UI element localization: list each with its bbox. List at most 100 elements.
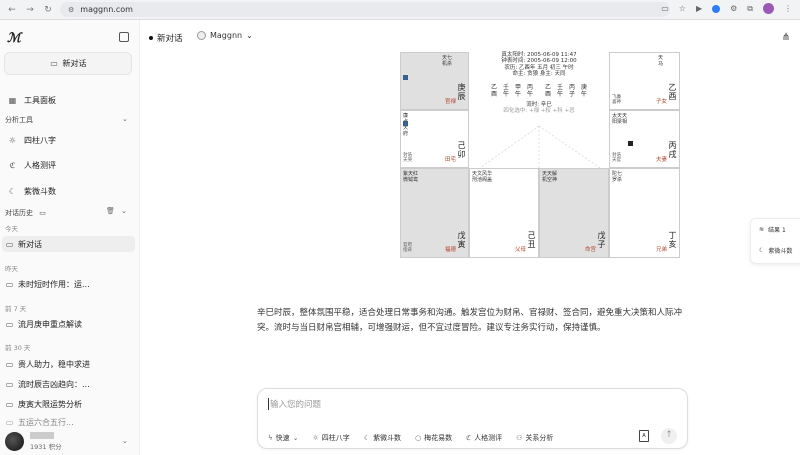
- chat-history-icon: ▭: [39, 209, 46, 217]
- app-logo[interactable]: ℳ: [7, 31, 21, 46]
- tool-relationship[interactable]: ⚇ 关系分析: [516, 433, 553, 443]
- history-item[interactable]: ▭ 贵人助力，稳中求进: [5, 359, 90, 370]
- tool-bazi[interactable]: ☼ 四柱八字: [313, 433, 350, 443]
- tool-meihua[interactable]: ○ 梅花易数: [415, 433, 452, 443]
- palace-stars: 天文风华 刑池阁盖: [472, 171, 493, 183]
- history-item[interactable]: ▭ 庚寅大限运势分析: [5, 399, 82, 410]
- palace-ganzhi: 丙戌: [668, 141, 677, 159]
- chat-bubble-icon: ▭: [5, 320, 14, 329]
- trash-icon[interactable]: 🗑: [106, 207, 115, 215]
- sidebar-item-ziwei[interactable]: ☾ 紫微斗数: [8, 186, 56, 197]
- sidebar: ℳ ▭ 新对话 ▦ 工具面板 分析工具 ⌄ ☼ 四柱八字 ℭ 人格测评 ☾ 紫微…: [0, 20, 140, 455]
- new-chat-label: 新对话: [62, 59, 87, 68]
- palace-minor-stars: 飞廉 喜神: [612, 95, 621, 105]
- chat-bubble-icon: ▭: [5, 280, 14, 289]
- site-settings-icon[interactable]: ⚙: [68, 6, 74, 14]
- palace-cell[interactable]: 太天天 阳梁相 封诰 天官 丙戌 夫妻: [609, 110, 680, 168]
- sihua-legend: 四化选中: +禄 +权 +科 +忌: [503, 108, 575, 115]
- palace-name: 官禄: [444, 99, 456, 105]
- palace-stars: 天 马: [657, 55, 663, 67]
- tool-ziwei[interactable]: ☾ 紫微斗数: [364, 433, 401, 443]
- model-selector[interactable]: Maggnn ⌄: [197, 31, 253, 40]
- layers-icon: ≋: [759, 226, 765, 233]
- palace-name: 田宅: [444, 157, 456, 163]
- bookmark-star-icon[interactable]: ☆: [679, 4, 686, 13]
- status-dot: [149, 36, 153, 40]
- chat-input-box[interactable]: 输入您的问题 ϟ 快速 ⌄ ☼ 四柱八字 ☾ 紫微斗数 ○ 梅花易数 ℭ 人格测评 ⚇ 关系分…: [257, 388, 688, 449]
- palace-cell[interactable]: 紫天红 微钺鸾 官府 指背 戊寅 福德: [400, 168, 469, 258]
- tool-personality[interactable]: ℭ 人格测评: [466, 433, 502, 443]
- url-text: maggnn.com: [80, 5, 133, 14]
- palace-cell[interactable]: 天文风华 刑池阁盖 己丑 父母: [469, 168, 539, 258]
- history-item[interactable]: ▭ 未时短时作用：运...: [5, 279, 90, 290]
- media-icon[interactable]: ▶: [696, 4, 702, 13]
- reload-icon[interactable]: ↻: [42, 5, 54, 15]
- address-bar[interactable]: ⚙ maggnn.com: [60, 2, 670, 17]
- group-label-yesterday: 昨天: [5, 265, 18, 273]
- chat-bubble-icon: ▭: [5, 400, 14, 409]
- palace-name: 命宫: [584, 247, 596, 253]
- ziwei-chart: 天七 机杀 庚辰 官禄 廉 贞 天 府 封诰 天哭 己卯 田宅 真太阳时: 20…: [400, 52, 680, 258]
- send-button[interactable]: ↑: [661, 428, 677, 444]
- chat-bubble-icon: ▭: [5, 239, 14, 249]
- history-item-active[interactable]: ▭ 新对话: [2, 236, 135, 252]
- user-menu-chevron-icon[interactable]: ⌄: [122, 437, 128, 445]
- tool-quick[interactable]: ϟ 快速 ⌄: [268, 433, 299, 443]
- forward-icon[interactable]: →: [24, 5, 36, 15]
- results-float-panel[interactable]: ≋ 结果 1 ☾ 紫微斗数: [750, 218, 800, 264]
- chart-center-info: 真太阳时: 2005-06-09 11:47 钟表时间: 2005-06-09 …: [469, 52, 609, 168]
- badge-icon: [403, 75, 408, 80]
- palace-ganzhi: 庚辰: [457, 83, 466, 101]
- bazi-pillars: 乙酉 壬午 甲午 丙午 乙酉 壬午 丙子 庚午: [490, 83, 587, 98]
- palace-cell[interactable]: 天天解 机空神 戊子 命宫: [539, 168, 609, 258]
- cast-icon[interactable]: ▭: [661, 4, 669, 13]
- collapse-sidebar-icon[interactable]: [119, 32, 129, 42]
- moon-icon: ☾: [8, 187, 17, 196]
- brain-icon: ℭ: [9, 161, 16, 170]
- model-icon: [197, 31, 206, 40]
- results-count[interactable]: ≋ 结果 1: [759, 225, 786, 234]
- extension-gear-icon[interactable]: ⚙: [730, 4, 737, 13]
- chat-bubble-icon: ▭: [5, 418, 14, 427]
- history-item[interactable]: ▭ 流时辰吉凶趋向：...: [5, 379, 90, 390]
- share-icon[interactable]: ⋔: [782, 32, 790, 43]
- history-item[interactable]: ▭ 流月庚申重点解读: [5, 319, 82, 330]
- palace-minor-stars: 封诰 天哭: [403, 153, 412, 163]
- group-label-today: 今天: [5, 225, 18, 233]
- palace-stars: 天七 机杀: [441, 55, 452, 67]
- user-profile[interactable]: 1931 积分: [5, 432, 62, 451]
- user-points: 1931 积分: [30, 443, 62, 451]
- extension-blue-icon[interactable]: [712, 4, 721, 13]
- palace-name: 兄弟: [655, 247, 667, 253]
- grid-icon: ▦: [8, 96, 17, 105]
- history-item[interactable]: ▭ 五运六合五行...: [5, 417, 74, 428]
- palace-cell[interactable]: 天 马 飞廉 喜神 乙酉 子女: [609, 52, 680, 110]
- palace-name: 父母: [514, 247, 526, 253]
- profile-avatar-icon[interactable]: [763, 3, 774, 14]
- palace-cell[interactable]: 陀七 罗杀 丁亥 兄弟: [609, 168, 680, 258]
- group-label-30days: 前 30 天: [5, 344, 31, 352]
- browser-actions: ▭ ☆ ▶ ⚙ ⧉ ⋮: [661, 3, 792, 14]
- sidebar-item-tools-panel[interactable]: ▦ 工具面板: [8, 95, 56, 106]
- palace-ganzhi: 戊寅: [457, 231, 466, 249]
- document-icon[interactable]: A: [639, 430, 649, 442]
- analysis-section-label: 分析工具: [5, 116, 33, 124]
- history-chevron-icon[interactable]: ⌄: [121, 207, 127, 215]
- extensions-puzzle-icon[interactable]: ⧉: [747, 4, 753, 14]
- sidebar-item-bazi[interactable]: ☼ 四柱八字: [8, 135, 56, 146]
- results-item-ziwei[interactable]: ☾ 紫微斗数: [759, 246, 792, 255]
- badge-icon: [403, 121, 408, 126]
- chevron-down-icon[interactable]: ⌄: [122, 115, 128, 123]
- circle-icon: ○: [415, 434, 422, 442]
- palace-cell[interactable]: 廉 贞 天 府 封诰 天哭 己卯 田宅: [400, 110, 469, 168]
- back-icon[interactable]: ←: [6, 5, 18, 15]
- users-icon: ⚇: [516, 434, 523, 442]
- sidebar-item-personality[interactable]: ℭ 人格测评: [8, 160, 56, 171]
- brain-icon: ℭ: [466, 434, 472, 442]
- new-chat-button[interactable]: ▭ 新对话: [4, 52, 132, 75]
- palace-cell[interactable]: 天七 机杀 庚辰 官禄: [400, 52, 469, 110]
- menu-kebab-icon[interactable]: ⋮: [784, 4, 792, 13]
- group-label-7days: 前 7 天: [5, 305, 27, 313]
- browser-toolbar: ← → ↻ ⚙ maggnn.com ▭ ☆ ▶ ⚙ ⧉ ⋮: [0, 0, 800, 20]
- question-input[interactable]: 输入您的问题: [268, 398, 321, 410]
